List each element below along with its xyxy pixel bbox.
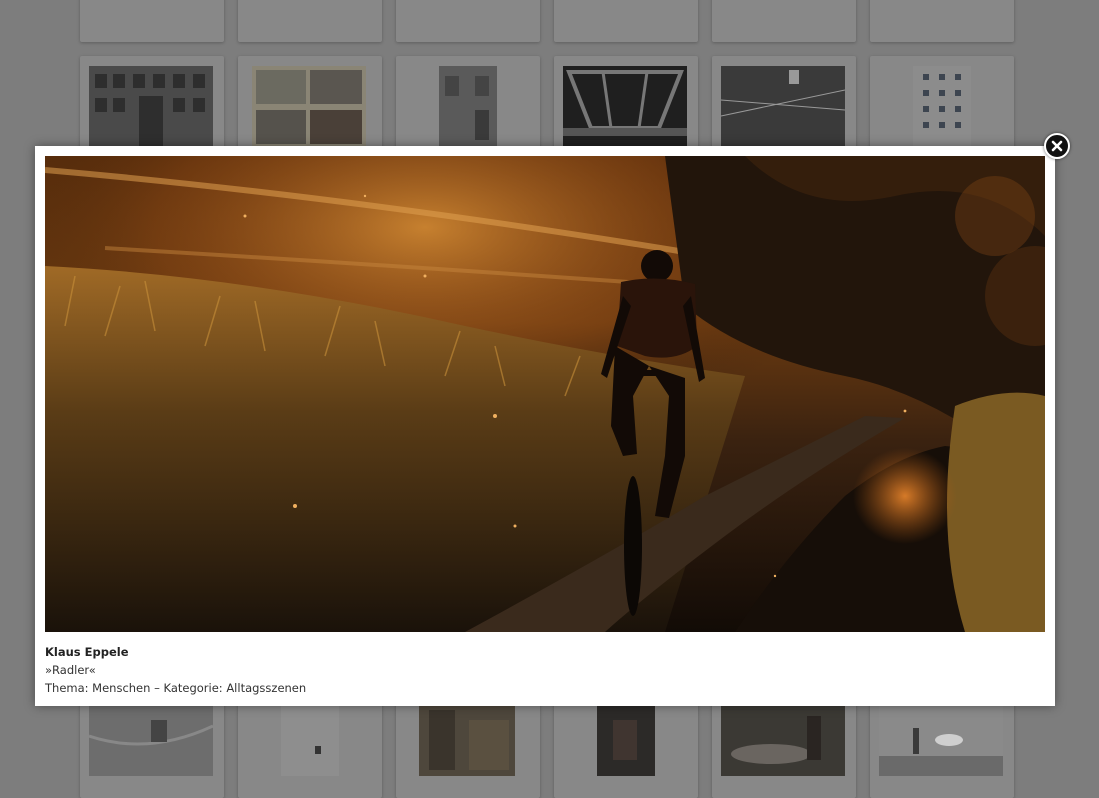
gallery-tile[interactable] xyxy=(396,56,540,156)
gallery-tile[interactable] xyxy=(870,56,1014,156)
close-button[interactable] xyxy=(1044,133,1070,159)
thumbnail-structure xyxy=(563,66,687,146)
thumbnail-lines xyxy=(721,66,845,146)
gallery-tile[interactable] xyxy=(712,698,856,798)
gallery-tile[interactable] xyxy=(870,698,1014,798)
gallery-tile[interactable] xyxy=(712,56,856,156)
gallery-tile[interactable] xyxy=(238,698,382,798)
lightbox-caption: Klaus Eppele »Radler« Thema: Menschen – … xyxy=(45,643,1045,697)
gallery-tile[interactable] xyxy=(870,0,1014,42)
photo-meta: Thema: Menschen – Kategorie: Alltagsszen… xyxy=(45,681,307,695)
thumbnail-wall xyxy=(281,706,339,776)
thumbnail-horse xyxy=(879,706,1003,776)
thumbnail-building xyxy=(89,66,213,146)
gallery-tile[interactable] xyxy=(80,0,224,42)
thumbnail-night xyxy=(597,706,655,776)
cyclist-photo xyxy=(45,156,1045,632)
gallery-tile[interactable] xyxy=(554,698,698,798)
photo-title: »Radler« xyxy=(45,663,96,677)
close-icon xyxy=(1051,140,1063,152)
gallery-tile[interactable] xyxy=(554,56,698,156)
gallery-tile[interactable] xyxy=(396,698,540,798)
thumbnail-alley xyxy=(419,706,515,776)
gallery-tile[interactable] xyxy=(80,56,224,156)
thumbnail-facade xyxy=(439,66,497,146)
author-name: Klaus Eppele xyxy=(45,645,129,659)
thumbnail-window xyxy=(252,66,366,146)
lightbox: Klaus Eppele »Radler« Thema: Menschen – … xyxy=(35,146,1055,706)
gallery-tile[interactable] xyxy=(554,0,698,42)
thumbnail-tower xyxy=(913,66,971,146)
gallery-tile[interactable] xyxy=(238,56,382,156)
gallery-tile[interactable] xyxy=(396,0,540,42)
lightbox-photo xyxy=(45,156,1045,632)
gallery-tile[interactable] xyxy=(80,698,224,798)
gallery-tile[interactable] xyxy=(712,0,856,42)
gallery-tile[interactable] xyxy=(238,0,382,42)
thumbnail-splash xyxy=(721,706,845,776)
thumbnail-street xyxy=(89,706,213,776)
